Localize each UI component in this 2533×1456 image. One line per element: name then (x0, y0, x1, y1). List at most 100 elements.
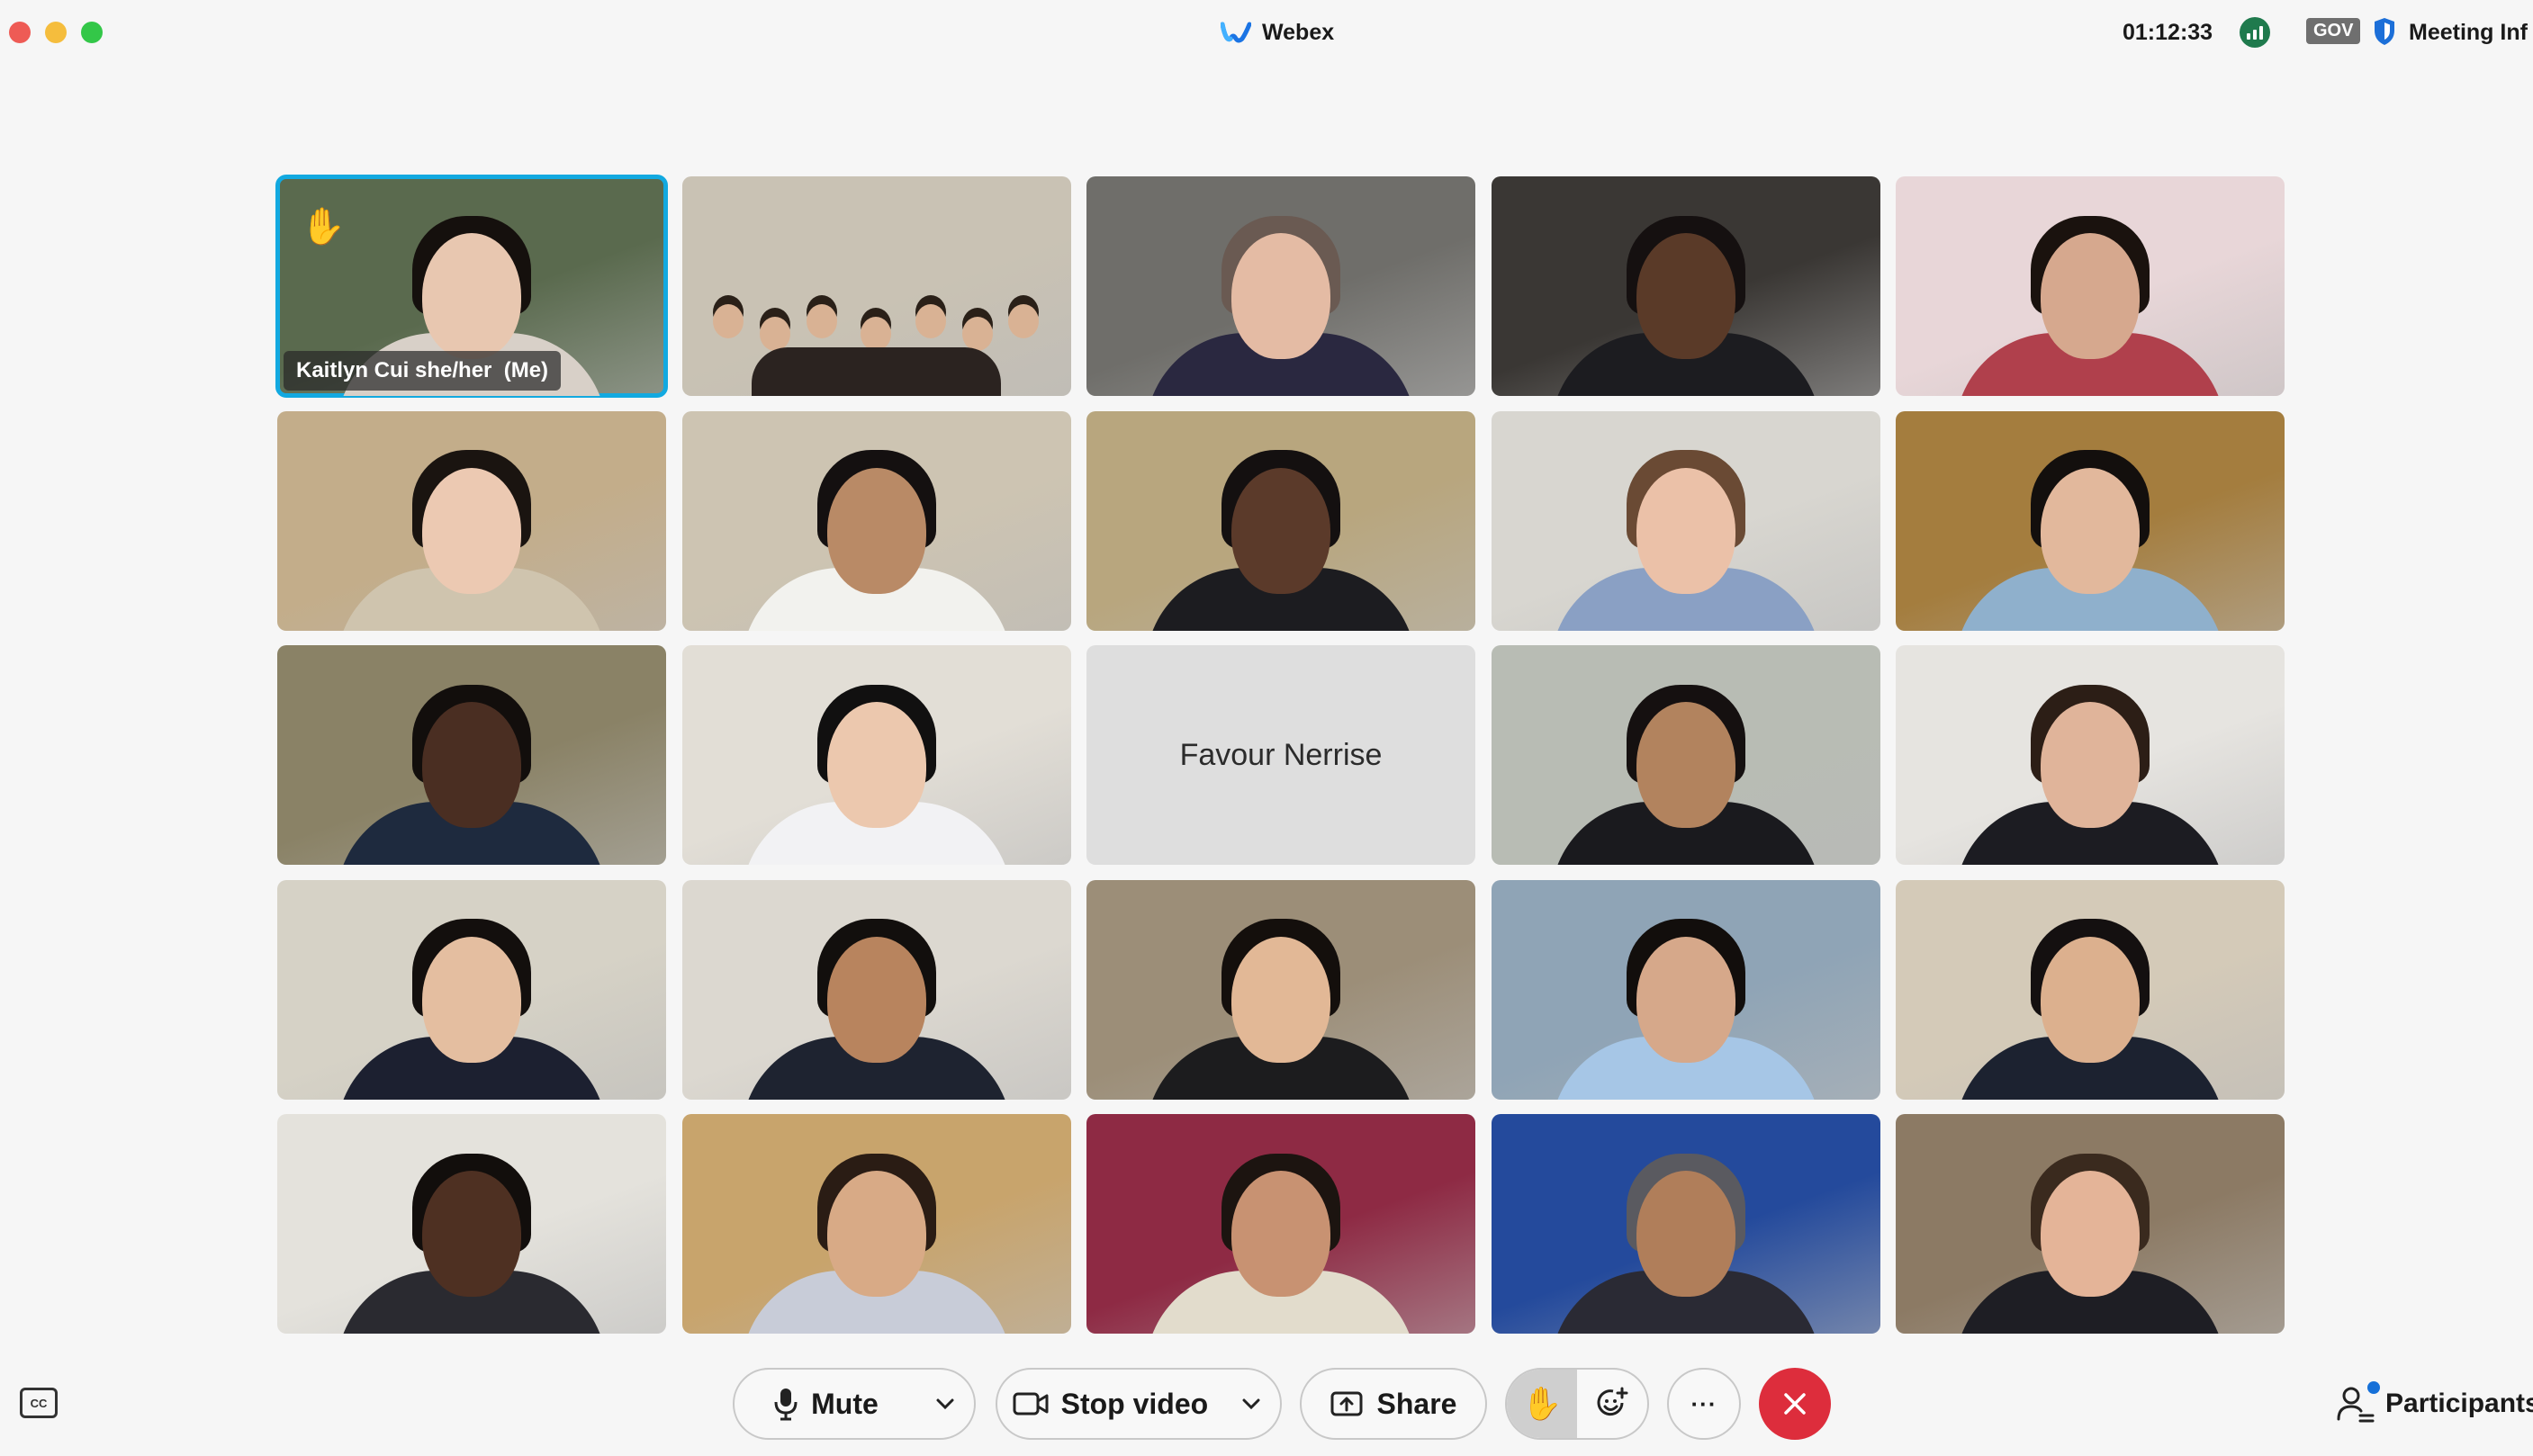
more-options-icon: ··· (1690, 1389, 1717, 1417)
self-video-tile[interactable]: ✋ Kaitlyn Cui she/her (Me) (275, 175, 668, 398)
participant-video-tile[interactable] (277, 410, 666, 631)
person-face (422, 936, 521, 1063)
participant-video-tile[interactable] (277, 645, 666, 865)
participant-video-tile[interactable] (1086, 879, 1475, 1100)
person-face (2041, 467, 2140, 594)
person-face (826, 1171, 926, 1298)
chevron-down-icon (1242, 1398, 1260, 1410)
participant-name: Favour Nerrise (1179, 737, 1383, 772)
person-face (2041, 702, 2140, 829)
closed-captions-button[interactable]: CC (20, 1388, 58, 1418)
person-face (826, 467, 926, 594)
webex-logo-icon (1221, 22, 1251, 43)
participant-figure (1008, 303, 1040, 338)
participant-figure (713, 303, 744, 338)
shield-icon[interactable] (2373, 17, 2396, 46)
window-close-button[interactable] (9, 22, 31, 43)
participant-figure (861, 317, 892, 352)
video-grid: ✋ Kaitlyn Cui she/her (Me) Favour Nerrise (275, 175, 2285, 1334)
video-options-button[interactable] (1223, 1368, 1280, 1440)
participant-video-tile[interactable] (1896, 879, 2285, 1100)
participant-video-tile[interactable] (1086, 176, 1475, 396)
participant-video-tile[interactable] (1896, 410, 2285, 631)
person-face (422, 702, 521, 829)
participants-button[interactable]: Participants (2335, 1381, 2533, 1425)
end-call-button[interactable] (1759, 1368, 1831, 1440)
person-face (1636, 467, 1735, 594)
end-call-icon (1784, 1393, 1806, 1415)
camera-icon (1013, 1392, 1049, 1416)
participant-tile-no-video[interactable]: Favour Nerrise (1086, 645, 1475, 865)
conference-table (752, 347, 1001, 396)
person-face (1231, 467, 1330, 594)
reactions-button[interactable] (1577, 1370, 1647, 1438)
participant-video-tile[interactable] (1491, 1114, 1880, 1334)
person-face (1231, 1171, 1330, 1298)
person-face (1636, 702, 1735, 829)
person-face (1231, 233, 1330, 360)
person-face (1636, 1171, 1735, 1298)
participant-video-tile[interactable] (1086, 410, 1475, 631)
participant-video-tile[interactable] (681, 410, 1071, 631)
app-title: Webex (1262, 19, 1335, 45)
participant-video-tile[interactable] (1491, 410, 1880, 631)
participant-figure (759, 317, 790, 352)
person-face (1636, 233, 1735, 360)
participant-video-tile[interactable] (1086, 1114, 1475, 1334)
meeting-timer: 01:12:33 (2123, 20, 2213, 45)
participant-figure (806, 303, 837, 338)
reactions-icon (1597, 1387, 1628, 1416)
mute-control: Mute (733, 1368, 976, 1440)
mute-button[interactable]: Mute (735, 1368, 917, 1440)
participant-figure (915, 303, 946, 338)
microphone-icon (774, 1389, 798, 1421)
reactions-control: ✋ (1505, 1368, 1649, 1440)
person-face (1231, 936, 1330, 1063)
person-face (2041, 233, 2140, 360)
participant-video-tile[interactable] (1896, 1114, 2285, 1334)
stop-video-button[interactable]: Stop video (997, 1368, 1223, 1440)
person-face (422, 233, 521, 360)
person-face (826, 702, 926, 829)
participant-video-tile[interactable] (1896, 645, 2285, 865)
participant-video-tile[interactable] (1491, 645, 1880, 865)
participant-name-label: Kaitlyn Cui she/her (Me) (284, 351, 562, 391)
participant-video-tile[interactable] (1491, 879, 1880, 1100)
mute-label: Mute (811, 1387, 879, 1420)
participant-video-tile[interactable] (277, 1114, 666, 1334)
participant-video-tile[interactable] (277, 879, 666, 1100)
more-options-button[interactable]: ··· (1667, 1368, 1741, 1440)
title-bar: Webex 01:12:33 GOV Meeting Inf (0, 0, 2533, 65)
raise-hand-icon: ✋ (1521, 1385, 1563, 1422)
video-control: Stop video (996, 1368, 1282, 1440)
participant-video-tile[interactable] (681, 879, 1071, 1100)
share-label: Share (1376, 1387, 1457, 1420)
participant-video-tile[interactable] (1491, 176, 1880, 396)
person-face (2041, 1171, 2140, 1298)
person-face (1636, 936, 1735, 1063)
window-zoom-button[interactable] (81, 22, 103, 43)
share-screen-icon (1330, 1391, 1363, 1416)
share-button[interactable]: Share (1300, 1368, 1487, 1440)
gov-badge: GOV (2306, 18, 2361, 44)
participants-label: Participants (2385, 1389, 2533, 1418)
participant-video-tile[interactable] (1896, 176, 2285, 396)
window-minimize-button[interactable] (45, 22, 67, 43)
signal-bars-icon[interactable] (2240, 17, 2270, 48)
person-face (422, 1171, 521, 1298)
participant-video-tile[interactable] (681, 176, 1071, 396)
participant-video-tile[interactable] (681, 1114, 1071, 1334)
notification-dot (2367, 1381, 2380, 1394)
meeting-info-button[interactable]: Meeting Inf (2409, 20, 2533, 46)
person-face (826, 936, 926, 1063)
person-face (422, 467, 521, 594)
raise-hand-button[interactable]: ✋ (1507, 1370, 1577, 1438)
audio-options-button[interactable] (917, 1368, 974, 1440)
person-face (2041, 936, 2140, 1063)
raised-hand-icon: ✋ (301, 207, 346, 247)
participant-video-tile[interactable] (681, 645, 1071, 865)
participant-figure (961, 317, 993, 352)
stop-video-label: Stop video (1060, 1387, 1209, 1420)
chevron-down-icon (936, 1398, 954, 1410)
app-title-group: Webex (1221, 18, 1334, 47)
